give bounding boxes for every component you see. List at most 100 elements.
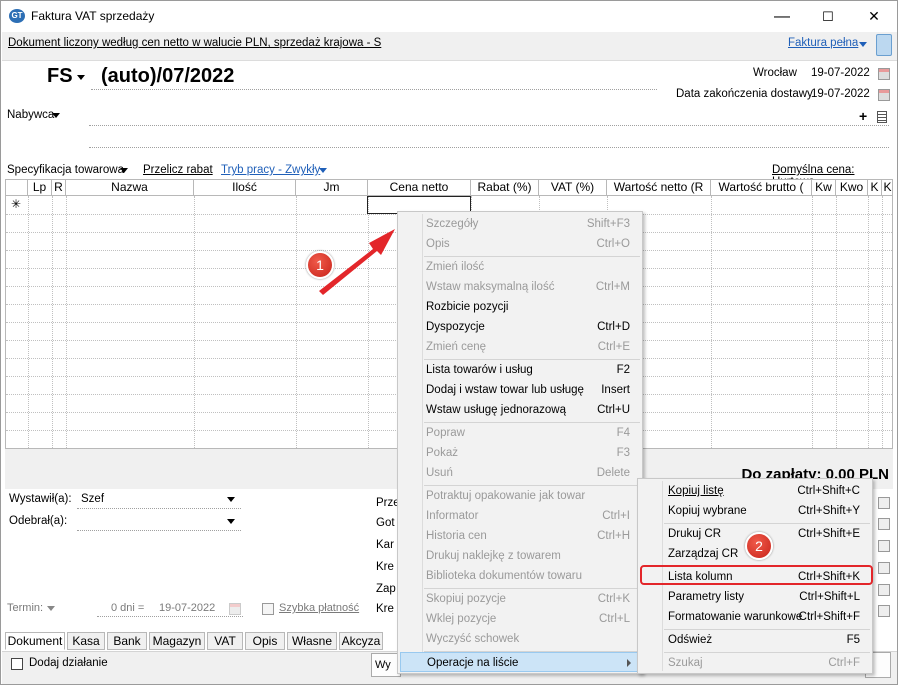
menu-edit[interactable]: Popraw F4 xyxy=(398,423,642,443)
tab-excise[interactable]: Akcyza xyxy=(339,632,383,650)
buyer-dropdown-icon[interactable] xyxy=(52,113,60,118)
payment-label-5: Zap xyxy=(376,583,396,595)
issued-by-dropdown-icon[interactable] xyxy=(227,497,235,502)
submenu-search[interactable]: Szukaj Ctrl+F xyxy=(638,653,872,673)
menu-print-label[interactable]: Drukuj naklejkę z towarem xyxy=(398,546,642,566)
col-header-r[interactable]: R xyxy=(52,180,66,196)
work-mode-link[interactable]: Tryb pracy - Zwykły xyxy=(221,164,320,176)
menu-copy-items[interactable]: Skopiuj pozycje Ctrl+K xyxy=(398,589,642,609)
tab-document[interactable]: Dokument xyxy=(5,632,65,650)
menu-details[interactable]: Szczegóły Shift+F3 xyxy=(398,214,642,234)
menu-split-item[interactable]: Rozbicie pozycji xyxy=(398,297,642,317)
payment-label-3: Kar xyxy=(376,539,394,551)
buyer-label[interactable]: Nabywca xyxy=(7,109,54,121)
term-date[interactable]: 19-07-2022 xyxy=(159,602,215,614)
payment-calc-icon-1[interactable] xyxy=(878,497,890,509)
menu-treat-package-as-goods[interactable]: Potraktuj opakowanie jak towar xyxy=(398,486,642,506)
menu-goods-list[interactable]: Lista towarów i usług F2 xyxy=(398,360,642,380)
invoice-type-link[interactable]: Faktura pełna xyxy=(788,37,858,49)
menu-clear-clipboard[interactable]: Wyczyść schowek xyxy=(398,629,642,649)
menu-goods-doc-library[interactable]: Biblioteka dokumentów towaru xyxy=(398,566,642,586)
submenu-copy-list[interactable]: Kopiuj listę Ctrl+Shift+C xyxy=(638,481,872,501)
maximize-button[interactable]: ☐ xyxy=(805,1,851,32)
submenu-copy-selected[interactable]: Kopiuj wybrane Ctrl+Shift+Y xyxy=(638,501,872,521)
invoice-type-dropdown-icon[interactable] xyxy=(859,42,867,47)
new-row-marker[interactable]: ✳ xyxy=(11,197,21,211)
menu-price-history[interactable]: Historia cen Ctrl+H xyxy=(398,526,642,546)
col-header-discount[interactable]: Rabat (%) xyxy=(471,180,539,196)
recalc-discount-link[interactable]: Przelicz rabat xyxy=(143,164,213,176)
close-button[interactable]: ✕ xyxy=(851,1,897,32)
payment-calc-icon-2[interactable] xyxy=(878,518,890,530)
menu-delete[interactable]: Usuń Delete xyxy=(398,463,642,483)
menu-insert-one-time-service[interactable]: Wstaw usługę jednorazową Ctrl+U xyxy=(398,400,642,420)
quick-pay-label[interactable]: Szybka płatność xyxy=(279,602,359,614)
place-date[interactable]: 19-07-2022 xyxy=(811,67,870,79)
tab-cash[interactable]: Kasa xyxy=(67,632,105,650)
spec-dropdown[interactable]: Specyfikacja towarowa xyxy=(7,164,124,176)
annotation-highlight-box xyxy=(640,565,873,585)
col-header-lp[interactable]: Lp xyxy=(28,180,52,196)
col-header-k1[interactable]: K xyxy=(868,180,882,196)
delivery-date[interactable]: 19-07-2022 xyxy=(811,88,870,100)
submenu-refresh[interactable]: Odśwież F5 xyxy=(638,630,872,650)
pricing-info-link[interactable]: Dokument liczony według cen netto w walu… xyxy=(8,37,381,49)
work-mode-dropdown-icon[interactable] xyxy=(319,168,327,173)
add-action-label[interactable]: Dodaj działanie xyxy=(29,657,108,669)
col-header-unit[interactable]: Jm xyxy=(296,180,368,196)
minimize-button[interactable]: — xyxy=(759,1,805,32)
submenu-list-params[interactable]: Parametry listy Ctrl+Shift+L xyxy=(638,587,872,607)
menu-change-qty[interactable]: Zmień ilość xyxy=(398,257,642,277)
doc-type-dropdown-icon[interactable] xyxy=(77,75,85,80)
menu-list-operations[interactable]: Operacje na liście xyxy=(400,652,640,672)
received-by-dropdown-icon[interactable] xyxy=(227,519,235,524)
annotation-arrow-icon xyxy=(319,229,395,295)
col-header-net-value[interactable]: Wartość netto (R xyxy=(607,180,711,196)
menu-change-price[interactable]: Zmień cenę Ctrl+E xyxy=(398,337,642,357)
add-action-checkbox[interactable] xyxy=(11,658,23,670)
submenu-arrow-icon xyxy=(627,659,631,667)
term-dropdown-icon[interactable] xyxy=(47,606,55,611)
payment-calc-icon-4[interactable] xyxy=(878,562,890,574)
delivery-date-calendar-icon[interactable] xyxy=(878,89,890,101)
col-header-name[interactable]: Nazwa xyxy=(66,180,194,196)
submenu-conditional-formatting[interactable]: Formatowanie warunkowe Ctrl+Shift+F xyxy=(638,607,872,627)
menu-add-insert-goods[interactable]: Dodaj i wstaw towar lub usługę Insert xyxy=(398,380,642,400)
payment-label-4: Kre xyxy=(376,561,394,573)
tab-description[interactable]: Opis xyxy=(245,632,285,650)
quick-pay-checkbox[interactable] xyxy=(262,603,274,615)
menu-paste-items[interactable]: Wklej pozycje Ctrl+L xyxy=(398,609,642,629)
menu-insert-max-qty[interactable]: Wstaw maksymalną ilość Ctrl+M xyxy=(398,277,642,297)
term-days[interactable]: 0 dni = xyxy=(111,602,144,614)
col-header-net-price[interactable]: Cena netto xyxy=(368,180,471,196)
document-icon[interactable] xyxy=(876,34,892,56)
tab-custom[interactable]: Własne xyxy=(287,632,337,650)
col-header-qty[interactable]: Ilość xyxy=(194,180,296,196)
doc-type[interactable]: FS xyxy=(47,65,73,88)
col-header-kw[interactable]: Kw xyxy=(812,180,836,196)
buyer-list-icon[interactable] xyxy=(877,111,887,123)
payment-calc-icon-5[interactable] xyxy=(878,584,890,596)
info-bar: Dokument liczony według cen netto w walu… xyxy=(2,32,897,61)
term-label: Termin: xyxy=(7,602,44,614)
tab-warehouse[interactable]: Magazyn xyxy=(149,632,205,650)
payment-calc-icon-6[interactable] xyxy=(878,605,890,617)
col-header-selector[interactable] xyxy=(6,180,28,196)
menu-description[interactable]: Opis Ctrl+O xyxy=(398,234,642,254)
term-calendar-icon[interactable] xyxy=(229,603,241,615)
spec-dropdown-icon[interactable] xyxy=(120,168,128,173)
col-header-k2[interactable]: K xyxy=(882,180,892,196)
menu-show[interactable]: Pokaż F3 xyxy=(398,443,642,463)
menu-informer[interactable]: Informator Ctrl+I xyxy=(398,506,642,526)
menu-dispositions[interactable]: Dyspozycje Ctrl+D xyxy=(398,317,642,337)
payment-calc-icon-3[interactable] xyxy=(878,540,890,552)
col-header-gross-value[interactable]: Wartość brutto ( xyxy=(711,180,812,196)
col-header-kwo[interactable]: Kwo xyxy=(836,180,868,196)
issued-by-value[interactable]: Szef xyxy=(81,493,104,505)
col-header-vat[interactable]: VAT (%) xyxy=(539,180,607,196)
add-buyer-icon[interactable]: + xyxy=(859,108,867,124)
tab-vat[interactable]: VAT xyxy=(207,632,243,650)
tab-bank[interactable]: Bank xyxy=(107,632,147,650)
annotation-badge-2: 2 xyxy=(745,532,773,560)
place-date-calendar-icon[interactable] xyxy=(878,68,890,80)
